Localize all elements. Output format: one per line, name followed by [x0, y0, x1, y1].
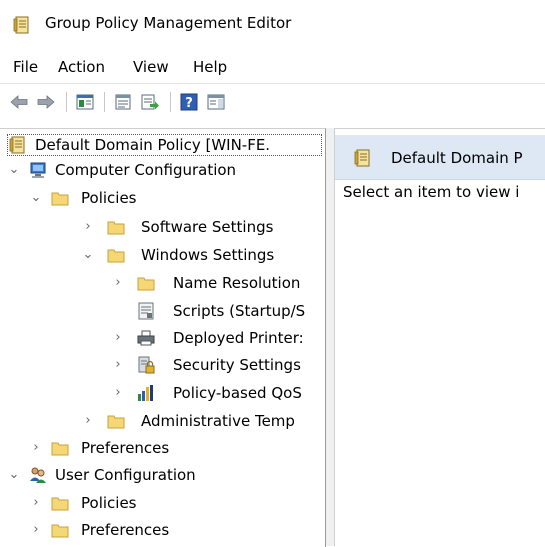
printer-icon [137, 330, 155, 346]
folder-icon [51, 192, 69, 206]
tree-item-security-settings[interactable]: › Security Settings [0, 354, 325, 378]
tree-item-label: Policy-based QoS [173, 384, 302, 402]
help-icon[interactable]: ? [179, 92, 199, 112]
chevron-right-icon[interactable]: › [29, 496, 43, 510]
toolbar-separator [104, 92, 105, 112]
tree-item-user-configuration[interactable]: ⌄ User Configuration [0, 464, 325, 488]
chevron-right-icon[interactable]: › [29, 441, 43, 455]
chevron-down-icon[interactable]: ⌄ [81, 248, 95, 262]
chevron-right-icon[interactable]: › [111, 276, 125, 290]
folder-icon [107, 221, 125, 235]
tree-item-scripts[interactable]: Scripts (Startup/S [0, 300, 325, 324]
menu-help[interactable]: Help [193, 58, 227, 76]
tree-item-label: Policies [81, 189, 137, 207]
folder-icon [51, 497, 69, 511]
menu-view[interactable]: View [133, 58, 169, 76]
tree-item-deployed-printers[interactable]: › Deployed Printer: [0, 327, 325, 351]
details-title: Default Domain P [391, 149, 523, 167]
tree-item-label: Deployed Printer: [173, 329, 304, 347]
tree-item-policy-qos[interactable]: › Policy-based QoS [0, 382, 325, 406]
properties-icon[interactable] [113, 92, 133, 112]
chevron-right-icon[interactable]: › [111, 358, 125, 372]
console-tree[interactable]: Default Domain Policy [WIN-FE. ⌄ Compute… [0, 128, 326, 547]
tree-item-label: Windows Settings [141, 246, 275, 264]
policy-document-icon [9, 136, 25, 154]
details-header: Default Domain P [335, 135, 545, 180]
chevron-right-icon[interactable]: › [81, 220, 95, 234]
tree-item-uc-policies[interactable]: › Policies [0, 492, 325, 516]
tree-item-label: Computer Configuration [55, 161, 237, 179]
policy-document-icon [354, 149, 370, 167]
folder-icon [107, 249, 125, 263]
tree-item-label: Name Resolution [173, 274, 301, 292]
back-arrow-icon[interactable] [9, 92, 29, 112]
pane-splitter[interactable] [326, 128, 335, 546]
chevron-down-icon[interactable]: ⌄ [29, 191, 43, 205]
bar-chart-icon [138, 385, 153, 401]
toolbar: ? [0, 83, 545, 118]
show-hide-tree-icon[interactable] [75, 92, 95, 112]
script-icon [138, 302, 154, 320]
tree-item-cc-policies[interactable]: ⌄ Policies [0, 187, 325, 211]
details-message: Select an item to view i [343, 183, 520, 201]
menu-file[interactable]: File [13, 58, 38, 76]
tree-item-label: Software Settings [141, 218, 274, 236]
folder-icon [137, 277, 155, 291]
chevron-right-icon[interactable]: › [111, 331, 125, 345]
folder-icon [107, 415, 125, 429]
chevron-down-icon[interactable]: ⌄ [7, 468, 21, 482]
tree-item-label: Default Domain Policy [WIN-FE. [35, 136, 271, 154]
toolbar-separator [66, 92, 67, 112]
tree-item-label: Security Settings [173, 356, 301, 374]
tree-item-administrative-templates[interactable]: › Administrative Temp [0, 410, 325, 434]
show-action-pane-icon[interactable] [206, 92, 226, 112]
users-icon [30, 467, 46, 483]
chevron-right-icon[interactable]: › [111, 386, 125, 400]
svg-text:?: ? [185, 96, 193, 111]
tree-item-default-domain-policy[interactable]: Default Domain Policy [WIN-FE. [0, 134, 325, 158]
tree-item-name-resolution[interactable]: › Name Resolution [0, 272, 325, 296]
tree-item-windows-settings[interactable]: ⌄ Windows Settings [0, 244, 325, 268]
chevron-right-icon[interactable]: › [29, 523, 43, 537]
tree-item-uc-preferences[interactable]: › Preferences [0, 519, 325, 543]
details-pane: Default Domain P Select an item to view … [335, 128, 545, 547]
toolbar-separator [170, 92, 171, 112]
security-lock-icon [138, 356, 155, 374]
export-list-icon[interactable] [140, 92, 160, 112]
window-title: Group Policy Management Editor [45, 14, 292, 32]
tree-item-label: Preferences [81, 521, 170, 539]
tree-item-label: Preferences [81, 439, 170, 457]
tree-item-label: Policies [81, 494, 137, 512]
title-bar: Group Policy Management Editor [0, 0, 545, 50]
computer-icon [30, 162, 46, 178]
folder-icon [51, 524, 69, 538]
folder-icon [51, 442, 69, 456]
tree-item-software-settings[interactable]: › Software Settings [0, 216, 325, 240]
menu-bar: File Action View Help [0, 52, 545, 82]
forward-arrow-icon[interactable] [36, 92, 56, 112]
tree-item-label: User Configuration [55, 466, 196, 484]
tree-item-label: Administrative Temp [141, 412, 295, 430]
chevron-down-icon[interactable]: ⌄ [7, 163, 21, 177]
tree-item-cc-preferences[interactable]: › Preferences [0, 437, 325, 461]
menu-action[interactable]: Action [58, 58, 105, 76]
policy-document-icon [13, 16, 29, 34]
tree-item-label: Scripts (Startup/S [173, 302, 306, 320]
chevron-right-icon[interactable]: › [81, 414, 95, 428]
tree-item-computer-configuration[interactable]: ⌄ Computer Configuration [0, 159, 325, 183]
